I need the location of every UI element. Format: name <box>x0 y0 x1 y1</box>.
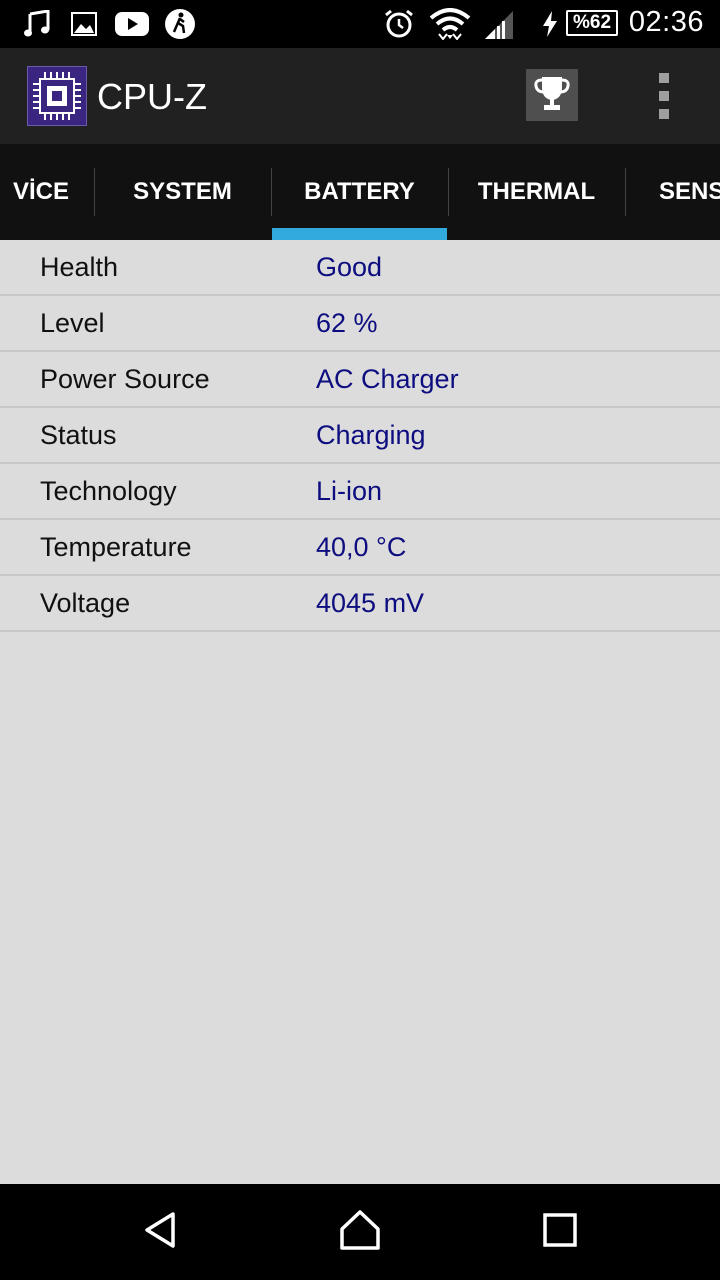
navigation-bar <box>0 1184 720 1280</box>
info-row-power-source: Power Source AC Charger <box>0 352 720 408</box>
back-icon <box>140 1210 180 1255</box>
music-note-icon <box>22 8 52 40</box>
info-row-status: Status Charging <box>0 408 720 464</box>
row-label: Temperature <box>40 532 192 562</box>
row-value: Good <box>316 252 383 282</box>
status-time: 02:36 <box>628 6 704 38</box>
row-label: Power Source <box>40 364 210 394</box>
info-row-technology: Technology Li-ion <box>0 464 720 520</box>
app-title: CPU-Z <box>97 76 207 117</box>
charging-bolt-icon <box>540 8 560 40</box>
recents-button[interactable] <box>536 1208 584 1256</box>
back-button[interactable] <box>136 1208 184 1256</box>
tab-device[interactable]: VİCE <box>0 144 94 240</box>
trophy-button[interactable] <box>526 69 578 121</box>
row-label: Voltage <box>40 588 131 618</box>
wifi-icon <box>428 8 472 40</box>
tab-divider <box>625 168 626 216</box>
info-row-temperature: Temperature 40,0 °C <box>0 520 720 576</box>
row-value: AC Charger <box>316 364 459 394</box>
youtube-icon <box>114 8 150 40</box>
battery-info-list: Health Good Level 62 % Power Source AC C… <box>0 240 720 1184</box>
app-bar: CPU-Z <box>0 48 720 144</box>
tab-bar: VİCE SYSTEM BATTERY THERMAL SENS <box>0 144 720 240</box>
row-label: Health <box>40 252 119 282</box>
recents-icon <box>542 1212 578 1253</box>
row-value: Li-ion <box>316 476 383 506</box>
active-tab-indicator <box>272 228 447 240</box>
home-icon <box>338 1209 382 1256</box>
tab-system[interactable]: SYSTEM <box>95 144 270 240</box>
row-value: 4045 mV <box>316 588 425 618</box>
more-vert-dot <box>659 109 669 119</box>
status-bar: %62 02:36 <box>0 0 720 48</box>
row-value: 62 % <box>316 308 378 338</box>
alarm-icon <box>382 8 416 40</box>
cpu-chip-icon <box>27 66 87 126</box>
trophy-icon <box>532 73 572 118</box>
row-value: Charging <box>316 420 426 450</box>
image-icon <box>70 8 98 40</box>
overflow-menu-button[interactable] <box>640 72 688 120</box>
tab-battery[interactable]: BATTERY <box>272 144 447 240</box>
more-vert-dot <box>659 91 669 101</box>
walking-icon <box>163 8 197 40</box>
battery-indicator: %62 <box>566 10 618 36</box>
tab-sensors[interactable]: SENS <box>659 144 720 240</box>
info-row-health: Health Good <box>0 240 720 296</box>
tab-thermal[interactable]: THERMAL <box>449 144 624 240</box>
signal-icon <box>482 8 516 40</box>
row-label: Level <box>40 308 105 338</box>
more-vert-icon <box>659 73 669 83</box>
info-row-voltage: Voltage 4045 mV <box>0 576 720 632</box>
info-row-level: Level 62 % <box>0 296 720 352</box>
row-value: 40,0 °C <box>316 532 407 562</box>
home-button[interactable] <box>336 1208 384 1256</box>
row-label: Technology <box>40 476 177 506</box>
row-label: Status <box>40 420 117 450</box>
